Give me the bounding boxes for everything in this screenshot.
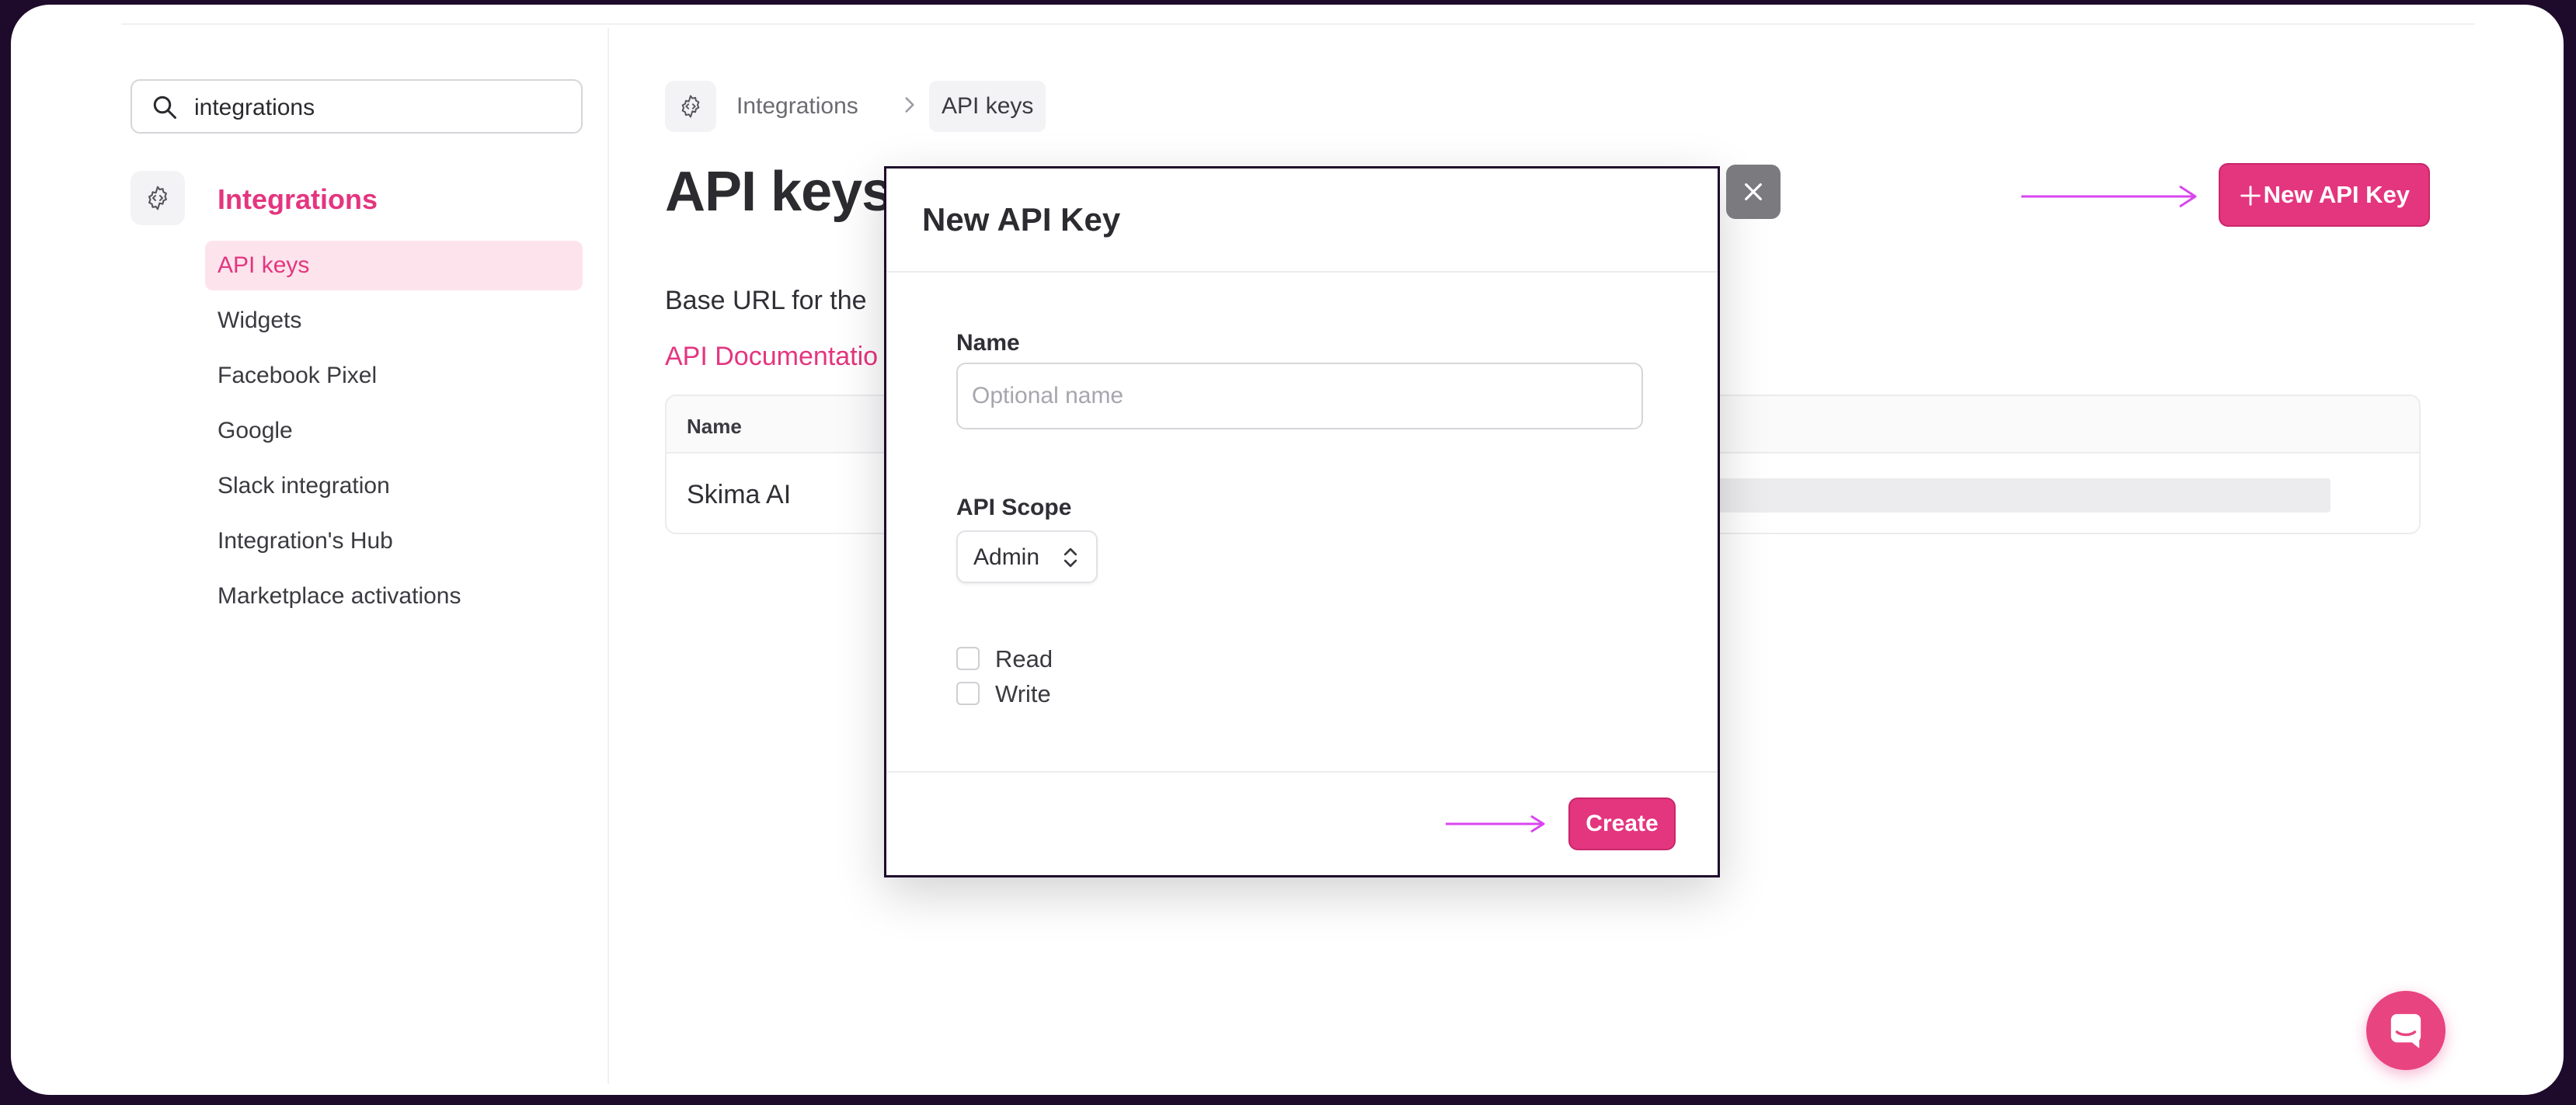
- annotation-arrow-icon: [1446, 815, 1545, 833]
- new-api-key-button[interactable]: New API Key: [2219, 163, 2430, 227]
- write-checkbox[interactable]: [956, 682, 980, 705]
- sidebar-group-title: Integrations: [218, 183, 378, 215]
- select-chevron-icon: [1063, 547, 1077, 568]
- app-window: integrations Integrations API keys Widge…: [11, 5, 2564, 1095]
- new-api-key-label: New API Key: [2263, 181, 2410, 208]
- modal-title: New API Key: [922, 201, 1121, 238]
- breadcrumb-current: API keys: [929, 81, 1046, 132]
- chevron-right-icon: [905, 97, 914, 113]
- modal-footer-divider: [886, 771, 1718, 773]
- top-divider: [121, 23, 2475, 25]
- read-label: Read: [995, 645, 1053, 672]
- api-scope-label: API Scope: [956, 495, 1072, 520]
- sidebar-item-marketplace-activations[interactable]: Marketplace activations: [205, 572, 583, 621]
- sidebar-item-slack-integration[interactable]: Slack integration: [205, 461, 583, 511]
- plus-icon: [2240, 186, 2261, 206]
- sidebar-item-widgets[interactable]: Widgets: [205, 296, 583, 346]
- create-button[interactable]: Create: [1568, 797, 1676, 850]
- breadcrumb-integrations-link[interactable]: Integrations: [736, 93, 858, 120]
- integrations-gear-icon: [131, 171, 185, 225]
- table-row-name: Skima AI: [687, 480, 792, 509]
- chat-icon: [2390, 1013, 2421, 1048]
- base-url-text: Base URL for the: [665, 286, 867, 315]
- name-input[interactable]: [956, 363, 1643, 429]
- sidebar-item-facebook-pixel[interactable]: Facebook Pixel: [205, 351, 583, 401]
- read-checkbox[interactable]: [956, 647, 980, 670]
- search-input[interactable]: integrations: [194, 95, 315, 121]
- settings-search-box[interactable]: integrations: [131, 79, 583, 134]
- new-api-key-modal: New API Key Name API Scope Admin Read Wr…: [884, 166, 1720, 877]
- sidebar-item-integrations-hub[interactable]: Integration's Hub: [205, 516, 583, 566]
- masked-api-key: [1709, 478, 2331, 513]
- search-icon: [153, 96, 176, 119]
- sidebar-item-google[interactable]: Google: [205, 406, 583, 456]
- sidebar-divider: [607, 28, 609, 1084]
- chat-launcher-button[interactable]: [2366, 991, 2445, 1070]
- page-title: API keys: [665, 161, 893, 223]
- close-icon: [1745, 183, 1762, 200]
- api-scope-select[interactable]: Admin: [956, 530, 1098, 583]
- modal-divider: [886, 271, 1718, 273]
- column-header-name: Name: [687, 415, 742, 438]
- name-label: Name: [956, 330, 1020, 356]
- modal-close-button[interactable]: [1726, 165, 1781, 219]
- write-label: Write: [995, 680, 1051, 707]
- api-scope-value: Admin: [973, 544, 1040, 570]
- api-documentation-link[interactable]: API Documentatio: [665, 342, 878, 372]
- sidebar-item-api-keys[interactable]: API keys: [205, 241, 583, 290]
- annotation-arrow-icon: [2021, 185, 2197, 208]
- breadcrumb-gear-icon: [665, 81, 716, 132]
